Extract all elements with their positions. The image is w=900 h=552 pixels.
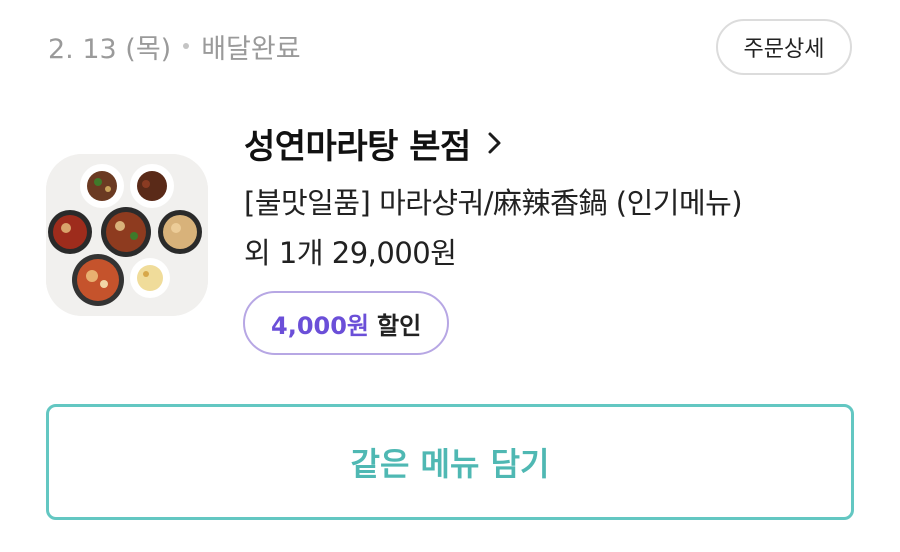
menu-summary-line2: 외 1개 29,000원 [244, 236, 457, 270]
order-status: 배달완료 [201, 33, 301, 65]
add-same-menu-button[interactable]: 같은 메뉴 담기 [46, 404, 854, 520]
order-meta: 2. 13 (목) 배달완료 [48, 26, 301, 66]
order-detail-button[interactable]: 주문상세 [716, 19, 852, 75]
separator-dot-icon [183, 43, 190, 49]
menu-summary-line1: [불맛일품] 마라샹궈/麻辣香鍋 (인기메뉴) [244, 186, 743, 220]
food-dish-image [46, 154, 208, 316]
store-link[interactable]: 성연마라탕 본점 [244, 114, 505, 172]
discount-label: 할인 [377, 311, 422, 340]
discount-amount: 4,000원 [271, 311, 369, 340]
chevron-right-icon [488, 132, 501, 154]
food-thumbnail[interactable] [46, 154, 208, 316]
store-name: 성연마라탕 본점 [244, 126, 471, 167]
order-date: 2. 13 (목) [48, 33, 172, 65]
discount-badge: 4,000원 할인 [243, 291, 450, 355]
